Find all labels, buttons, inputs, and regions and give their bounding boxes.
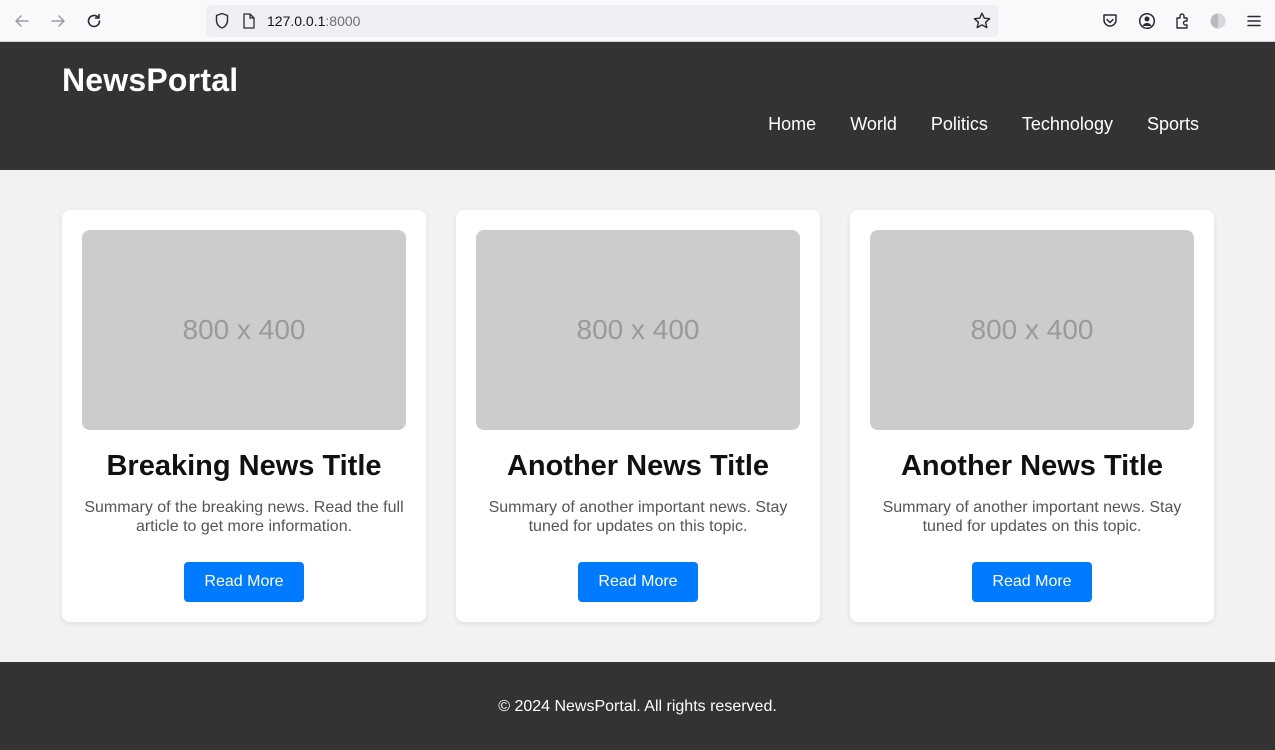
reload-icon[interactable]: [82, 9, 106, 33]
read-more-button[interactable]: Read More: [578, 562, 698, 602]
profile-icon[interactable]: [1208, 11, 1228, 31]
card-title: Another News Title: [506, 450, 770, 482]
read-more-button[interactable]: Read More: [972, 562, 1092, 602]
nav-politics[interactable]: Politics: [931, 114, 988, 134]
star-icon[interactable]: [972, 11, 992, 36]
card-image-placeholder: 800 x 400: [476, 230, 800, 430]
nav-home[interactable]: Home: [768, 114, 816, 134]
card-summary: Summary of another important news. Stay …: [882, 499, 1182, 535]
menu-icon[interactable]: [1244, 11, 1264, 31]
read-more-button[interactable]: Read More: [184, 562, 304, 602]
news-cards: 800 x 400 Breaking News Title Summary of…: [62, 210, 1214, 622]
main-nav: Home World Politics Technology Sports: [734, 114, 1199, 134]
extensions-icon[interactable]: [1173, 11, 1193, 31]
card-title: Another News Title: [900, 450, 1164, 482]
url-host: 127.0.0.1: [267, 13, 326, 29]
nav-world[interactable]: World: [850, 114, 897, 134]
nav-technology[interactable]: Technology: [1022, 114, 1113, 134]
site-header: NewsPortal Home World Politics Technolog…: [0, 42, 1275, 170]
site-logo[interactable]: NewsPortal: [62, 62, 238, 99]
url-text: 127.0.0.1:8000: [267, 12, 360, 30]
site-footer: © 2024 NewsPortal. All rights reserved.: [0, 662, 1275, 750]
pocket-icon[interactable]: [1100, 11, 1120, 31]
shield-icon[interactable]: [214, 12, 230, 35]
nav-sports[interactable]: Sports: [1147, 114, 1199, 134]
news-card: 800 x 400 Another News Title Summary of …: [850, 210, 1214, 622]
image-placeholder-label: 800 x 400: [182, 314, 306, 345]
url-port: :8000: [325, 13, 361, 29]
card-image-placeholder: 800 x 400: [82, 230, 406, 430]
card-summary: Summary of another important news. Stay …: [488, 499, 788, 535]
news-card: 800 x 400 Breaking News Title Summary of…: [62, 210, 426, 622]
page-icon: [242, 12, 256, 35]
image-placeholder-label: 800 x 400: [970, 314, 1094, 345]
news-card: 800 x 400 Another News Title Summary of …: [456, 210, 820, 622]
card-title: Breaking News Title: [106, 450, 382, 482]
url-bar[interactable]: 127.0.0.1:8000: [206, 5, 998, 37]
back-icon[interactable]: [10, 9, 34, 33]
footer-copyright: © 2024 NewsPortal. All rights reserved.: [498, 698, 777, 715]
browser-toolbar: 127.0.0.1:8000: [0, 0, 1275, 42]
card-image-placeholder: 800 x 400: [870, 230, 1194, 430]
card-summary: Summary of the breaking news. Read the f…: [84, 499, 404, 535]
account-icon[interactable]: [1137, 11, 1157, 31]
forward-icon[interactable]: [46, 9, 70, 33]
image-placeholder-label: 800 x 400: [576, 314, 700, 345]
